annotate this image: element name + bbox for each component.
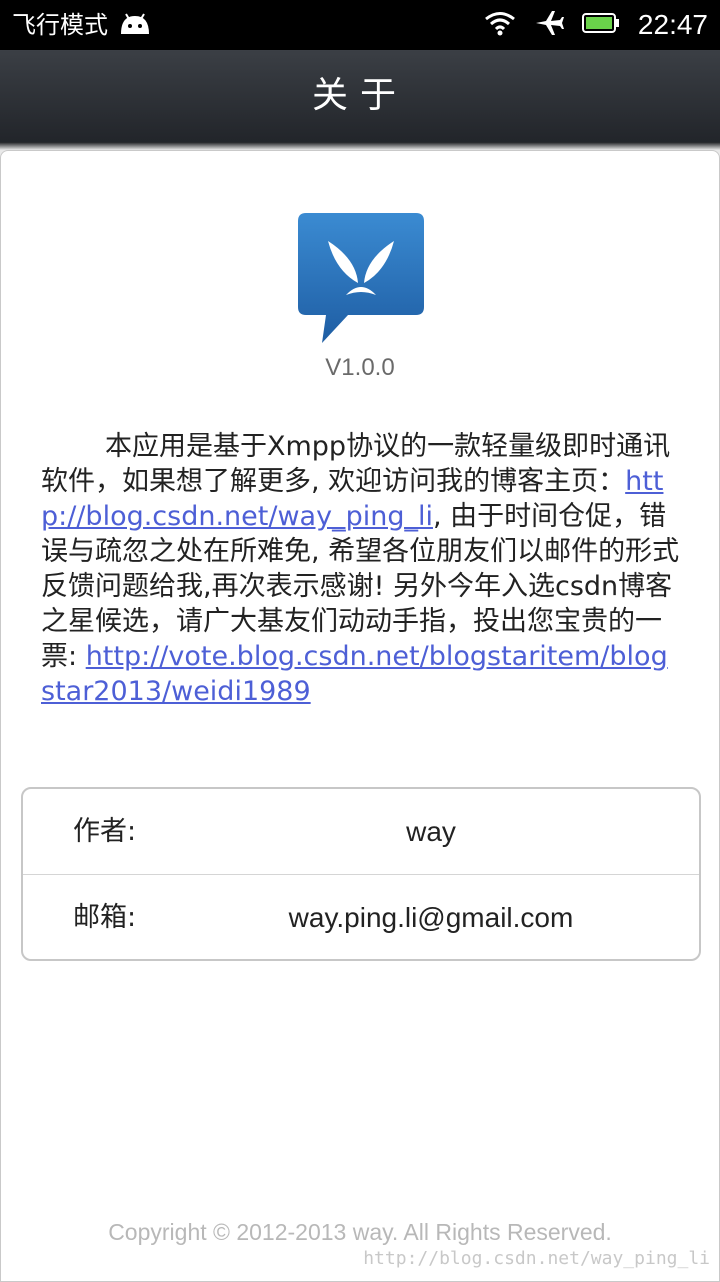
status-bar: 飞行模式 22:47 [0,0,720,50]
author-info-table: 作者: way 邮箱: way.ping.li@gmail.com [21,787,701,961]
email-value[interactable]: way.ping.li@gmail.com [193,875,669,960]
author-value: way [406,816,456,847]
author-row: 作者: way [23,789,699,874]
app-logo-icon [296,211,426,346]
copyright-text: Copyright © 2012-2013 way. All Rights Re… [108,1219,612,1245]
airplane-icon [534,9,564,41]
app-description: 本应用是基于Xmpp协议的一款轻量级即时通讯软件，如果想了解更多, 欢迎访问我的… [41,429,681,709]
clock-time: 22:47 [637,9,708,40]
title-bar: 关于 [0,50,720,150]
page-title: 关于 [311,75,408,116]
description-text: 本应用是基于Xmpp协议的一款轻量级即时通讯软件，如果想了解更多, 欢迎访问我的… [41,431,671,497]
about-card: V1.0.0 本应用是基于Xmpp协议的一款轻量级即时通讯软件，如果想了解更多,… [0,150,720,1282]
author-label: 作者: [73,816,137,847]
battery-icon [581,12,620,38]
app-version: V1.0.0 [325,354,395,381]
watermark-text: http://blog.csdn.net/way_ping_li [363,1248,710,1269]
wifi-icon [484,10,516,40]
android-icon [118,10,152,40]
airplane-mode-text: 飞行模式 [12,11,108,39]
title-bar-shadow [0,142,720,150]
email-label: 邮箱: [73,902,137,933]
vote-link[interactable]: http://vote.blog.csdn.net/blogstaritem/b… [41,641,668,707]
email-row[interactable]: 邮箱: way.ping.li@gmail.com [23,874,699,960]
